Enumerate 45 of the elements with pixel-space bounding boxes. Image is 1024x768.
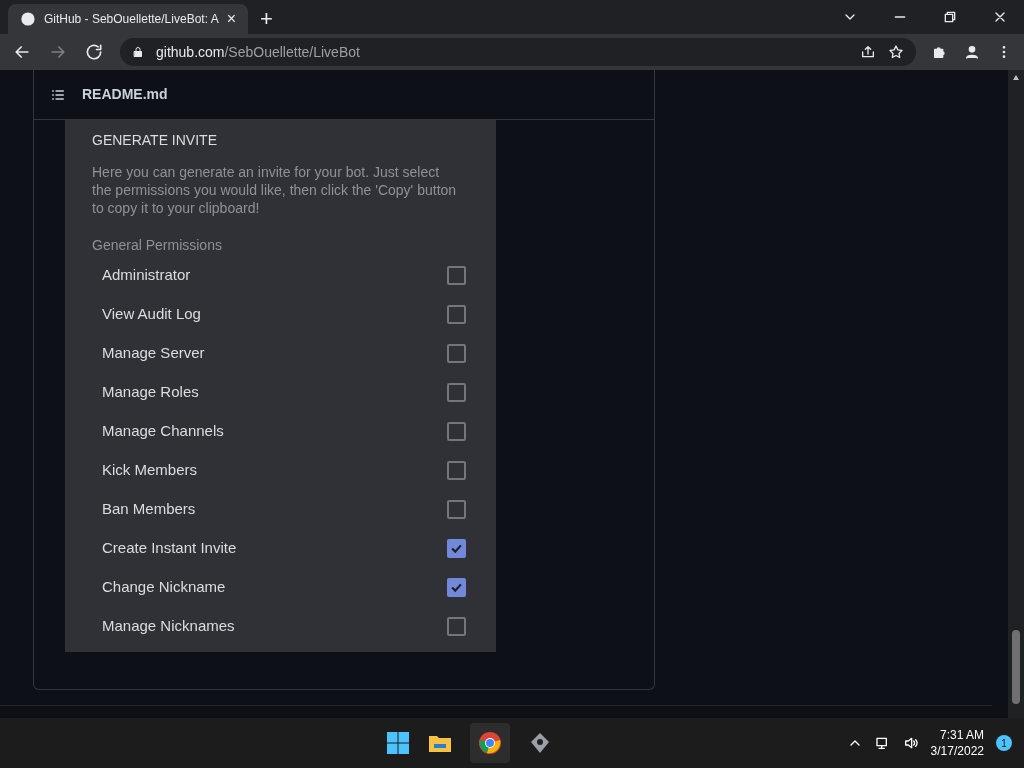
checkbox[interactable]: [447, 461, 466, 480]
star-icon[interactable]: [888, 44, 904, 60]
puzzle-icon[interactable]: [932, 44, 948, 60]
share-icon[interactable]: [860, 44, 876, 60]
tab-title: GitHub - SebOuellette/LiveBot: A: [43, 11, 219, 28]
readme-title: README.md: [82, 85, 168, 104]
permission-label: Manage Server: [102, 343, 205, 364]
checkbox[interactable]: [447, 344, 466, 363]
permission-label: Administrator: [102, 265, 191, 286]
clock-time[interactable]: 7:31 AM: [939, 727, 984, 743]
browser-tab[interactable]: GitHub - SebOuellette/LiveBot: A ×: [8, 4, 248, 34]
clock-date[interactable]: 3/17/2022: [930, 743, 984, 759]
checkbox[interactable]: [447, 422, 466, 441]
permission-label: Manage Nicknames: [102, 616, 235, 637]
reload-icon[interactable]: [84, 42, 104, 62]
permission-label: View Audit Log: [102, 304, 201, 325]
lock-icon: [132, 46, 144, 58]
permission-label: Ban Members: [102, 499, 196, 520]
permission-label: Change Nickname: [102, 577, 226, 598]
notification-count[interactable]: 1: [996, 735, 1012, 751]
restore-icon[interactable]: [942, 9, 958, 25]
section-heading: General Permissions: [92, 236, 223, 255]
permission-label: Create Instant Invite: [102, 538, 237, 559]
invite-description: Here you can generate an invite for your bot. Just select the permissions you would like, then click the 'Copy' button to copy it to your clipboard!: [92, 163, 458, 217]
new-tab-button[interactable]: +: [260, 8, 273, 30]
checkbox[interactable]: [447, 383, 466, 402]
checkbox[interactable]: [447, 500, 466, 519]
checkbox[interactable]: [447, 305, 466, 324]
windows-logo-icon[interactable]: [386, 731, 411, 755]
checkbox[interactable]: [447, 617, 466, 636]
address-bar[interactable]: github.com/SebOuellette/LiveBot: [120, 38, 916, 66]
checkbox[interactable]: [447, 578, 466, 597]
permission-label: Manage Channels: [102, 421, 224, 442]
scroll-thumb[interactable]: [1012, 630, 1020, 704]
checkbox[interactable]: [447, 539, 466, 558]
checkbox[interactable]: [447, 266, 466, 285]
speaker-icon[interactable]: [902, 735, 919, 751]
close-tab-button[interactable]: ×: [226, 11, 236, 27]
invite-title: GENERATE INVITE: [92, 131, 218, 150]
permission-label: Manage Roles: [102, 382, 199, 403]
url-text: github.com/SebOuellette/LiveBot: [156, 42, 361, 62]
browser-icon[interactable]: [478, 731, 503, 755]
scroll-up-icon[interactable]: [1012, 74, 1020, 82]
profile-icon[interactable]: [964, 44, 980, 60]
permission-label: Kick Members: [102, 460, 198, 481]
